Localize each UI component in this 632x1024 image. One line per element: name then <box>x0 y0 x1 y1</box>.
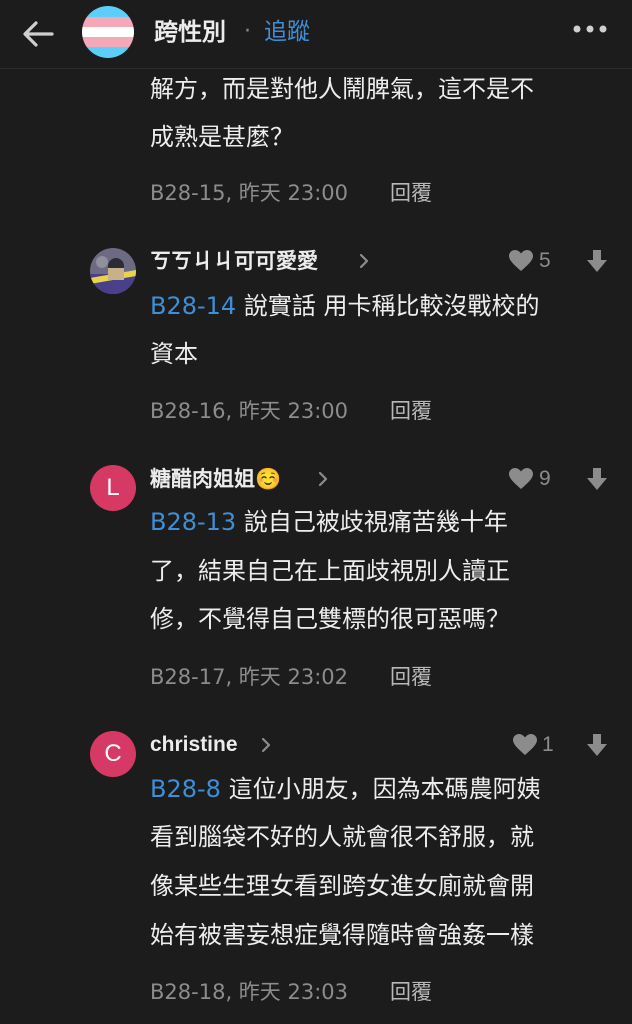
comment-text-line: 資本 <box>150 340 198 368</box>
comment-time: 昨天 23:00 <box>238 399 348 423</box>
like-count: 5 <box>539 249 551 272</box>
username-text: 糖醋肉姐姐 <box>150 467 255 491</box>
username-emoji: ☺️ <box>255 467 282 491</box>
reply-button[interactable]: 回覆 <box>390 178 432 208</box>
arrow-down-icon[interactable] <box>586 249 608 273</box>
floor-number: B28-18 <box>150 980 226 1004</box>
comment-text-line: B28-8 這位小朋友，因為本碼農阿姨 <box>150 767 541 811</box>
floor-number: B28-17 <box>150 665 226 689</box>
follow-button[interactable]: 追蹤 <box>264 16 310 48</box>
username[interactable]: 糖醋肉姐姐☺️ <box>150 464 281 494</box>
heart-icon[interactable] <box>508 249 534 273</box>
avatar[interactable] <box>90 248 136 294</box>
comment-text: 這位小朋友，因為本碼農阿姨 <box>220 775 541 803</box>
top-bar: 跨性別 · 追蹤 <box>0 0 632 69</box>
comment-text-line: 了，結果自己在上面歧視別人讀正 <box>150 557 510 585</box>
comment-text-line: 像某些生理女看到跨女進女廁就會開 <box>150 872 534 900</box>
reply-button[interactable]: 回覆 <box>390 977 432 1007</box>
meta-comma: , <box>225 181 239 205</box>
title-separator: · <box>244 19 251 44</box>
more-dots-icon[interactable] <box>572 22 608 36</box>
comment-text-line: 始有被害妄想症覺得隨時會強姦一樣 <box>150 921 534 949</box>
heart-icon[interactable] <box>512 733 538 757</box>
comment-meta: B28-16, 昨天 23:00 <box>150 396 348 426</box>
meta-comma: , <box>225 399 239 423</box>
like-count: 1 <box>542 733 554 756</box>
arrow-down-icon[interactable] <box>586 467 608 491</box>
reply-reference-link[interactable]: B28-8 <box>150 775 221 803</box>
comment-text: 說實話 用卡稱比較沒戰校的 <box>236 292 540 320</box>
meta-comma: , <box>225 665 239 689</box>
board-title[interactable]: 跨性別 <box>154 16 226 48</box>
comment-text-line: 看到腦袋不好的人就會很不舒服，就 <box>150 823 534 851</box>
comment-text-line: 修，不覺得自己雙標的很可惡嗎？ <box>150 605 510 633</box>
comment-time: 昨天 23:00 <box>238 181 348 205</box>
chevron-right-icon[interactable] <box>260 736 272 754</box>
reply-reference-link[interactable]: B28-14 <box>150 292 236 320</box>
back-arrow-icon[interactable] <box>18 14 58 54</box>
comment-meta: B28-15, 昨天 23:00 <box>150 178 348 208</box>
avatar[interactable]: L <box>90 465 136 511</box>
reply-button[interactable]: 回覆 <box>390 396 432 426</box>
username[interactable]: ㄎㄎㄐㄐ可可愛愛 <box>150 246 318 276</box>
reply-reference-link[interactable]: B28-13 <box>150 508 236 536</box>
comment-text-line: 解方，而是對他人鬧脾氣，這不是不 <box>150 75 534 103</box>
chevron-right-icon[interactable] <box>358 252 370 270</box>
comment-text-line: 成熟是甚麼？ <box>150 123 294 151</box>
reply-button[interactable]: 回覆 <box>390 662 432 692</box>
avatar[interactable]: C <box>90 731 136 777</box>
floor-number: B28-16 <box>150 399 226 423</box>
heart-icon[interactable] <box>508 467 534 491</box>
board-avatar[interactable] <box>82 6 134 58</box>
comment-text-line: B28-14 說實話 用卡稱比較沒戰校的 <box>150 284 539 328</box>
comment-text-line: B28-13 說自己被歧視痛苦幾十年 <box>150 500 508 544</box>
like-count: 9 <box>539 467 551 490</box>
chevron-right-icon[interactable] <box>317 470 329 488</box>
username[interactable]: christine <box>150 730 238 760</box>
comment-text: 說自己被歧視痛苦幾十年 <box>236 508 508 536</box>
floor-number: B28-15 <box>150 181 226 205</box>
arrow-down-icon[interactable] <box>586 733 608 757</box>
comment-meta: B28-17, 昨天 23:02 <box>150 662 348 692</box>
comment-time: 昨天 23:03 <box>238 980 348 1004</box>
meta-comma: , <box>225 980 239 1004</box>
comment-meta: B28-18, 昨天 23:03 <box>150 977 348 1007</box>
comment-time: 昨天 23:02 <box>238 665 348 689</box>
